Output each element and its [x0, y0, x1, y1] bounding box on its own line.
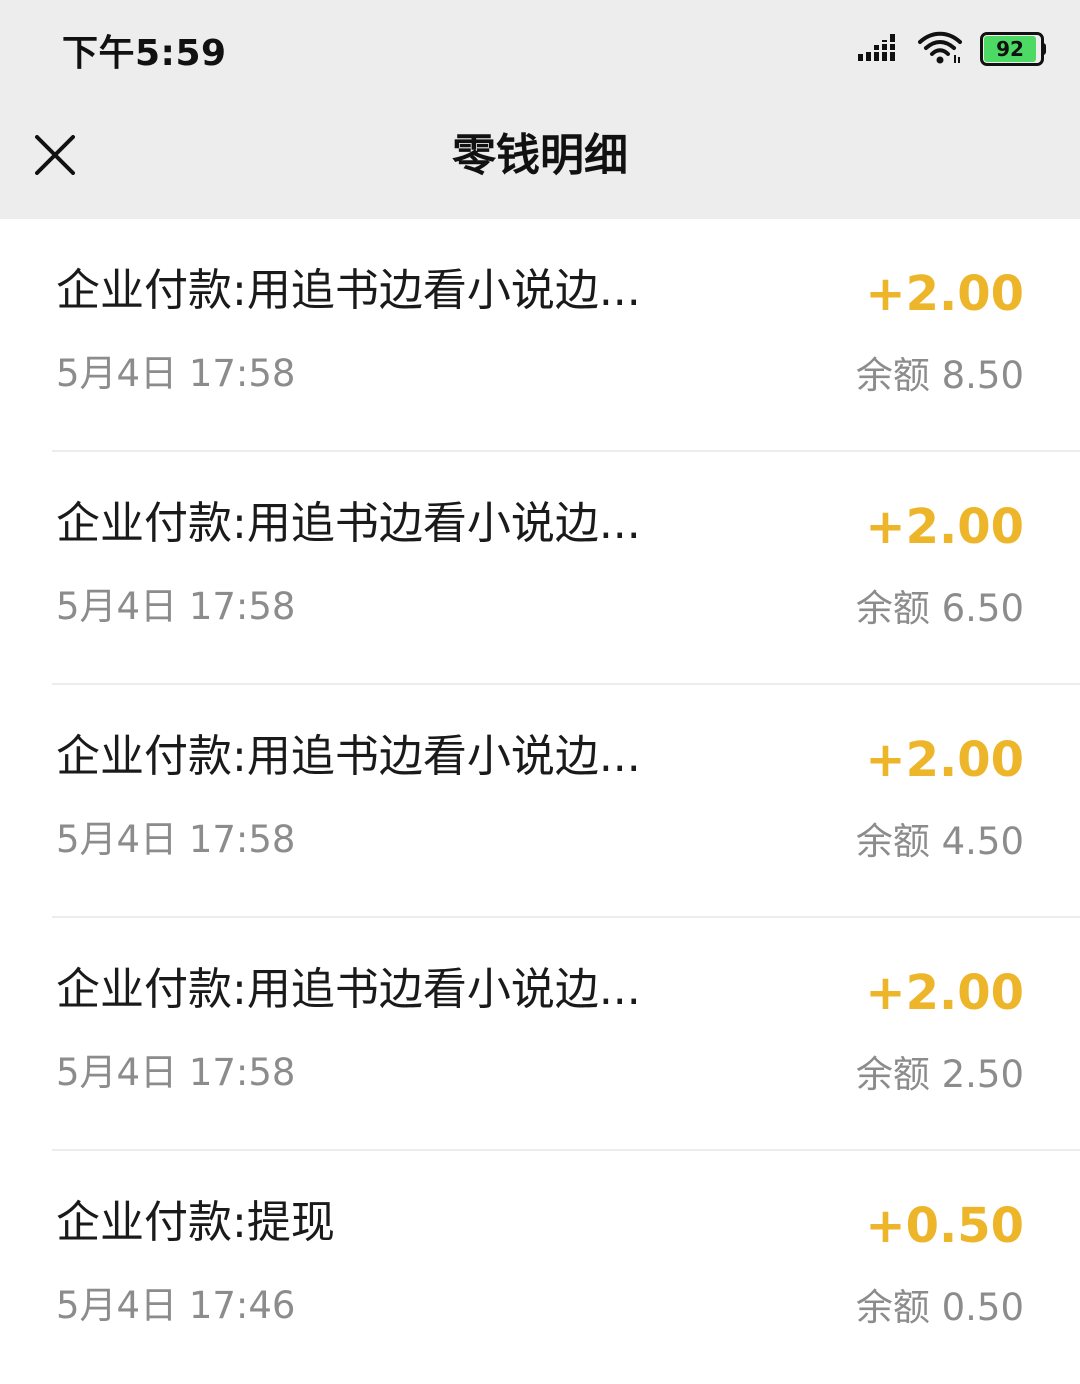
transaction-amount: +2.00 [865, 499, 1024, 555]
transaction-amount: +2.00 [865, 965, 1024, 1021]
transaction-time: 5月4日 17:46 [56, 1284, 296, 1327]
transaction-title: 企业付款:用追书边看小说边... [56, 498, 641, 549]
signal-icon [858, 34, 895, 61]
transaction-amount: +2.00 [865, 732, 1024, 788]
battery-level: 92 [996, 37, 1024, 61]
transaction-time: 5月4日 17:58 [56, 585, 296, 628]
transaction-row[interactable]: 企业付款:用追书边看小说边... 5月4日 17:58 +2.00 余额 8.5… [52, 219, 1080, 452]
transaction-row[interactable]: 企业付款:用追书边看小说边... 5月4日 17:58 +2.00 余额 2.5… [52, 918, 1080, 1151]
page-title: 零钱明细 [452, 130, 628, 181]
wifi-icon [918, 31, 962, 64]
transaction-amount: +0.50 [865, 1198, 1024, 1254]
transaction-title: 企业付款:用追书边看小说边... [56, 731, 641, 782]
transaction-balance: 余额 8.50 [855, 354, 1024, 397]
transaction-amount: +2.00 [865, 266, 1024, 322]
status-time: 下午5:59 [62, 33, 227, 74]
transaction-balance: 余额 0.50 [855, 1286, 1024, 1329]
close-icon [35, 135, 75, 175]
transaction-row[interactable]: 企业付款:提现 5月4日 17:46 +0.50 余额 0.50 [52, 1151, 1080, 1384]
transaction-balance: 余额 6.50 [855, 587, 1024, 630]
transaction-title: 企业付款:提现 [56, 1197, 335, 1248]
transaction-balance: 余额 2.50 [855, 1053, 1024, 1096]
transaction-list: 企业付款:用追书边看小说边... 5月4日 17:58 +2.00 余额 8.5… [0, 219, 1080, 1384]
battery-tip [1041, 43, 1046, 55]
transaction-row[interactable]: 企业付款:用追书边看小说边... 5月4日 17:58 +2.00 余额 6.5… [52, 452, 1080, 685]
transaction-time: 5月4日 17:58 [56, 352, 296, 395]
transaction-row[interactable]: 企业付款:用追书边看小说边... 5月4日 17:58 +2.00 余额 4.5… [52, 685, 1080, 918]
transaction-balance: 余额 4.50 [855, 820, 1024, 863]
transaction-title: 企业付款:用追书边看小说边... [56, 964, 641, 1015]
transaction-time: 5月4日 17:58 [56, 818, 296, 861]
status-icons: 92 [858, 28, 1046, 68]
close-button[interactable] [28, 128, 82, 182]
transaction-time: 5月4日 17:58 [56, 1051, 296, 1094]
battery-icon: 92 [980, 32, 1046, 66]
transaction-title: 企业付款:用追书边看小说边... [56, 265, 641, 316]
top-bar: 下午5:59 92 零钱明细 [0, 0, 1080, 219]
